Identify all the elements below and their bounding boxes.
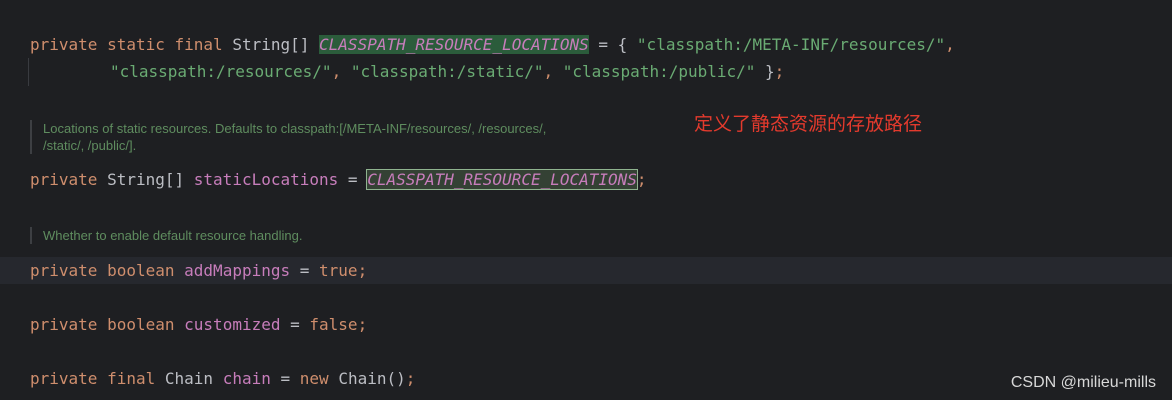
- doc-line: Locations of static resources. Defaults …: [43, 121, 547, 136]
- code-line-static-locations[interactable]: private String[] staticLocations = CLASS…: [30, 167, 647, 193]
- keyword-final: final: [174, 35, 223, 54]
- indent-guide: [28, 58, 29, 86]
- code-editor[interactable]: private static final String[] CLASSPATH_…: [0, 0, 1172, 400]
- keyword-boolean: boolean: [107, 315, 175, 334]
- doc-line: /static/, /public/].: [43, 138, 137, 153]
- literal-true: true: [319, 261, 358, 280]
- string-meta-inf-resources: "classpath:/META-INF/resources/": [636, 35, 946, 54]
- keyword-private: private: [30, 315, 98, 334]
- keyword-new: new: [299, 369, 329, 388]
- assign: =: [270, 369, 300, 388]
- keyword-final: final: [107, 369, 156, 388]
- comma: ,: [945, 35, 955, 54]
- keyword-private: private: [30, 261, 98, 280]
- literal-false: false: [309, 315, 358, 334]
- red-annotation-text: 定义了静态资源的存放路径: [694, 113, 923, 135]
- assign-brace: = {: [588, 35, 637, 54]
- type-string-array: String[]: [107, 170, 185, 189]
- field-static-locations[interactable]: staticLocations: [194, 170, 339, 189]
- assign: =: [338, 170, 368, 189]
- code-line-resource-locations-cont[interactable]: "classpath:/resources/", "classpath:/sta…: [110, 59, 784, 85]
- string-public: "classpath:/public/": [562, 62, 756, 81]
- close-brace: }: [755, 62, 775, 81]
- semicolon: ;: [357, 315, 368, 334]
- doc-comment-static-locations: Locations of static resources. Defaults …: [30, 120, 546, 154]
- field-chain[interactable]: chain: [223, 369, 271, 388]
- doc-line: Whether to enable default resource handl…: [43, 228, 303, 243]
- code-line-resource-locations[interactable]: private static final String[] CLASSPATH_…: [30, 32, 955, 58]
- code-line-customized[interactable]: private boolean customized = false;: [30, 312, 367, 338]
- keyword-static: static: [107, 35, 165, 54]
- field-customized[interactable]: customized: [184, 315, 280, 334]
- type-chain: Chain: [164, 369, 214, 388]
- constant-reference-highlighted[interactable]: CLASSPATH_RESOURCE_LOCATIONS: [366, 169, 638, 190]
- keyword-private: private: [30, 35, 98, 54]
- keyword-private: private: [30, 369, 98, 388]
- semicolon: ;: [405, 369, 416, 388]
- comma: ,: [543, 62, 563, 81]
- field-add-mappings[interactable]: addMappings: [184, 261, 290, 280]
- comma: ,: [331, 62, 351, 81]
- assign: =: [290, 261, 320, 280]
- code-line-chain[interactable]: private final Chain chain = new Chain();: [30, 366, 415, 392]
- keyword-private: private: [30, 170, 98, 189]
- type-string-array: String[]: [232, 35, 310, 54]
- assign: =: [280, 315, 310, 334]
- semicolon: ;: [636, 170, 647, 189]
- string-resources: "classpath:/resources/": [110, 62, 332, 81]
- string-static: "classpath:/static/": [350, 62, 544, 81]
- doc-comment-add-mappings: Whether to enable default resource handl…: [30, 227, 302, 244]
- constant-classpath-resource-locations[interactable]: CLASSPATH_RESOURCE_LOCATIONS: [319, 35, 589, 54]
- semicolon: ;: [774, 62, 785, 81]
- keyword-boolean: boolean: [107, 261, 175, 280]
- csdn-watermark: CSDN @milieu-mills: [1010, 374, 1156, 391]
- semicolon: ;: [357, 261, 368, 280]
- code-line-add-mappings[interactable]: private boolean addMappings = true;: [30, 258, 367, 284]
- constructor-chain: Chain(): [338, 369, 406, 388]
